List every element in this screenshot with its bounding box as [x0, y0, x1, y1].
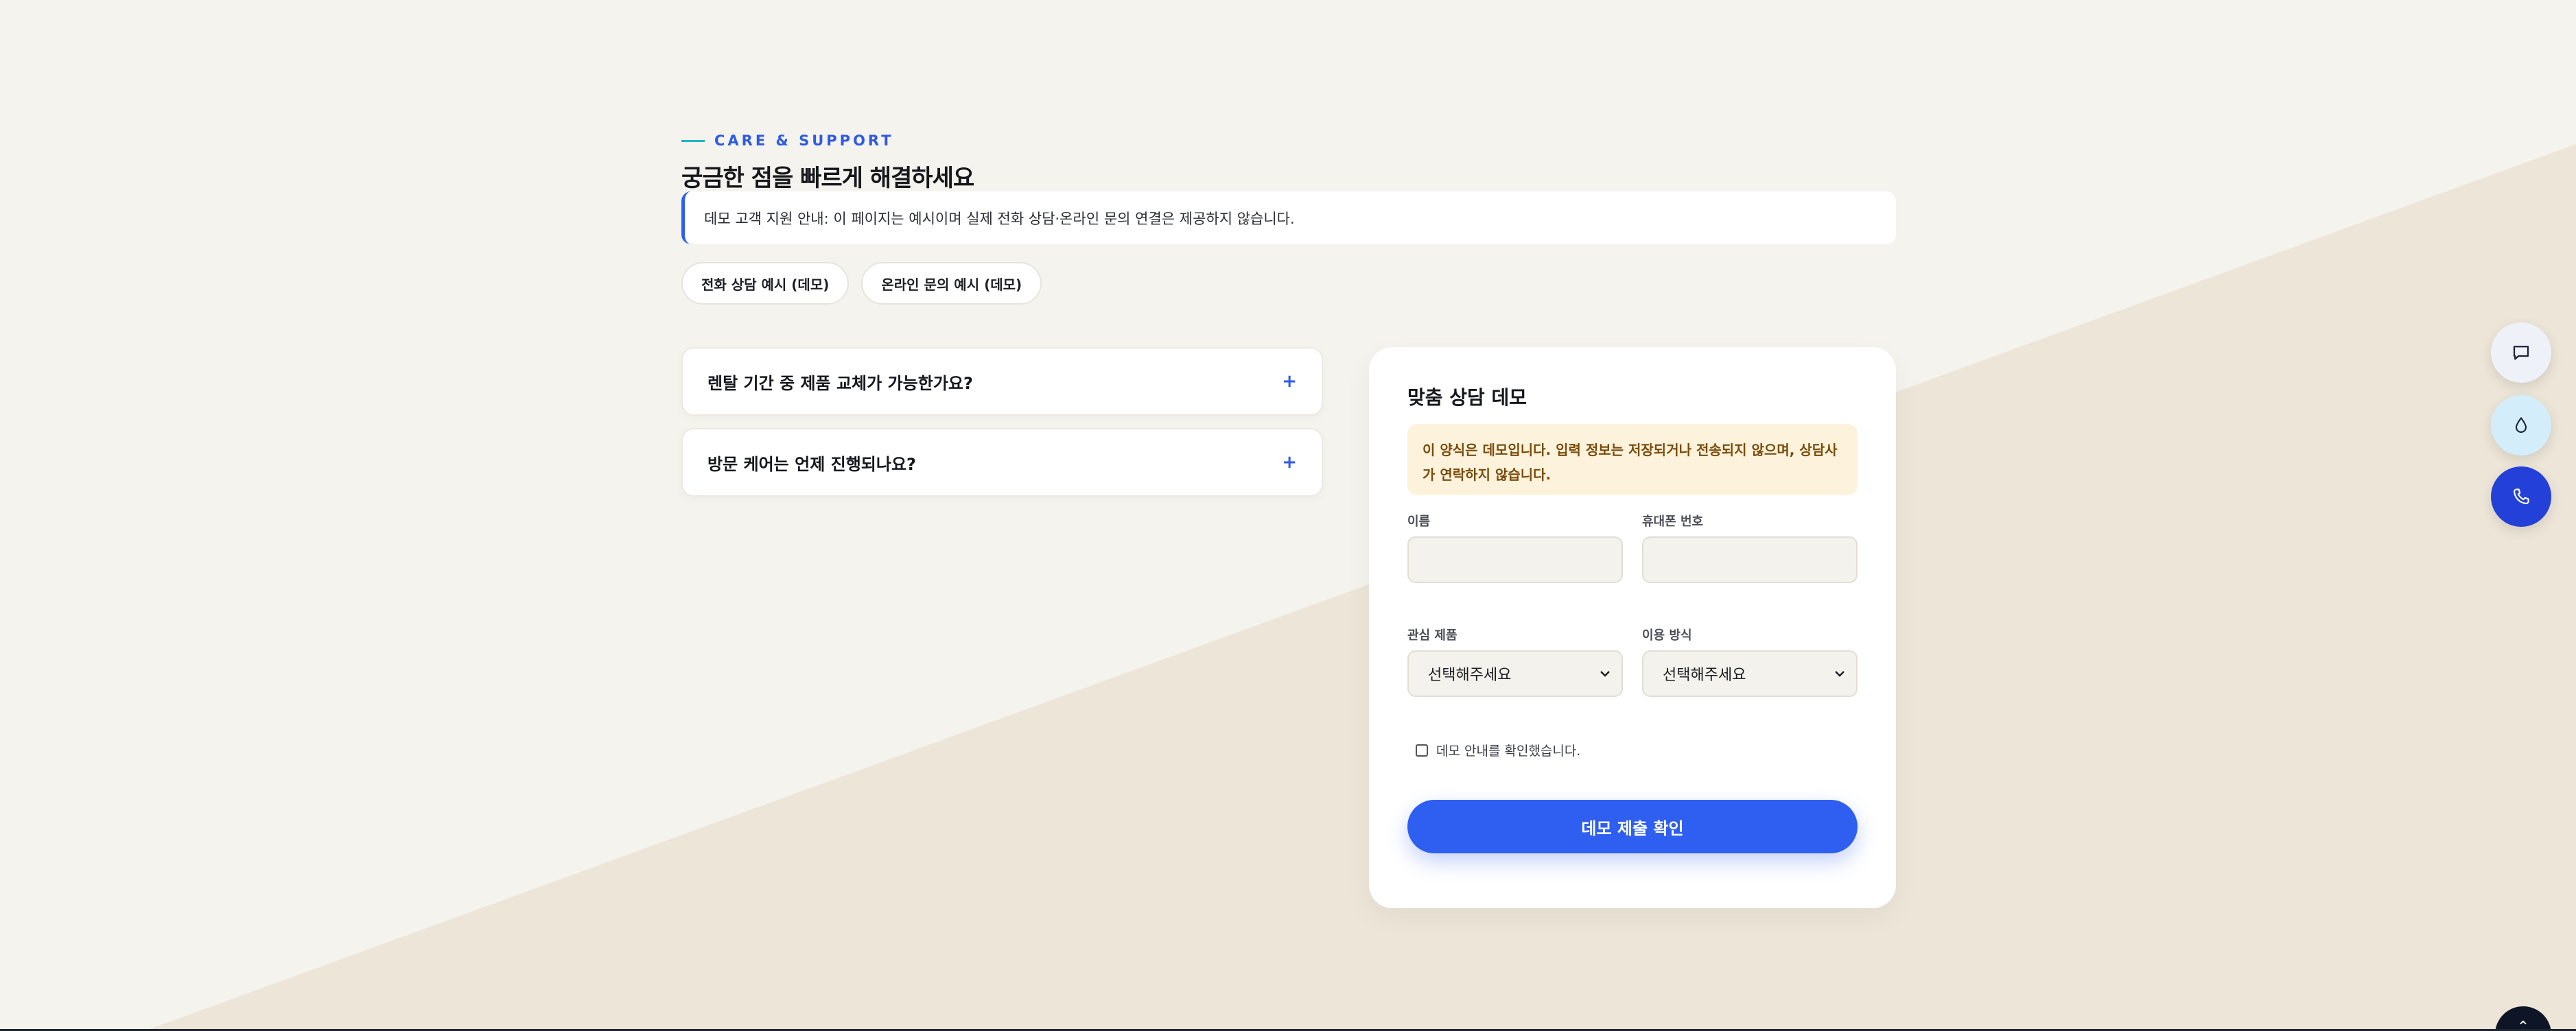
method-select[interactable]: 선택해주세요 [1642, 650, 1858, 697]
method-field-group: 이용 방식 선택해주세요 [1642, 626, 1858, 697]
water-care-fab-button[interactable] [2491, 395, 2551, 455]
name-input[interactable] [1407, 536, 1623, 583]
support-chips: 전화 상담 예시 (데모) 온라인 문의 예시 (데모) [681, 262, 1042, 305]
name-field-group: 이름 [1407, 512, 1623, 583]
consult-form-card: 맞춤 상담 데모 이 양식은 데모입니다. 입력 정보는 저장되거나 전송되지 … [1369, 347, 1896, 908]
phone-label: 휴대폰 번호 [1642, 514, 1704, 529]
faq-item-product-exchange[interactable]: 렌탈 기간 중 제품 교체가 가능한가요? + [681, 347, 1323, 416]
method-select-value: 선택해주세요 [1663, 667, 1746, 684]
phone-fab-button[interactable] [2491, 466, 2551, 527]
chevron-down-icon [1835, 671, 1845, 677]
product-label: 관심 제품 [1407, 628, 1457, 643]
water-drop-icon [2515, 416, 2527, 433]
submit-button[interactable]: 데모 제출 확인 [1407, 800, 1858, 853]
phone-icon [2514, 488, 2529, 504]
faq-item-visit-care[interactable]: 방문 케어는 언제 진행되나요? + [681, 428, 1323, 497]
phone-consult-chip[interactable]: 전화 상담 예시 (데모) [681, 262, 850, 305]
product-field-group: 관심 제품 선택해주세요 [1407, 626, 1623, 697]
eyebrow-text: CARE & SUPPORT [714, 132, 894, 149]
scroll-to-top-button[interactable]: ⌃ [2495, 1006, 2551, 1031]
method-label: 이용 방식 [1642, 628, 1692, 643]
demo-notice-text: 데모 고객 지원 안내: 이 페이지는 예시이며 실제 전화 상담·온라인 문의… [704, 210, 1295, 227]
product-select-value: 선택해주세요 [1428, 667, 1512, 684]
page-title: 궁금한 점을 빠르게 해결하세요 [681, 165, 974, 192]
form-title: 맞춤 상담 데모 [1407, 386, 1527, 409]
support-page: CARE & SUPPORT 궁금한 점을 빠르게 해결하세요 데모 고객 지원… [0, 0, 2576, 1031]
name-label: 이름 [1407, 514, 1431, 529]
chat-fab-button[interactable] [2491, 322, 2551, 383]
faq-question: 방문 케어는 언제 진행되나요? [707, 454, 916, 474]
faq-question: 렌탈 기간 중 제품 교체가 가능한가요? [707, 373, 973, 393]
expand-plus-icon[interactable]: + [1282, 452, 1297, 473]
confirm-checkbox-label: 데모 안내를 확인했습니다. [1436, 744, 1581, 759]
confirm-checkbox[interactable] [1416, 744, 1428, 757]
expand-plus-icon[interactable]: + [1282, 371, 1297, 392]
demo-notice-banner: 데모 고객 지원 안내: 이 페이지는 예시이며 실제 전화 상담·온라인 문의… [681, 191, 1896, 244]
chevron-down-icon [1600, 671, 1610, 677]
phone-field-group: 휴대폰 번호 [1642, 512, 1858, 583]
confirm-checkbox-row[interactable]: 데모 안내를 확인했습니다. [1416, 741, 1580, 759]
product-select[interactable]: 선택해주세요 [1407, 650, 1623, 697]
form-demo-warning: 이 양식은 데모입니다. 입력 정보는 저장되거나 전송되지 않으며, 상담사가… [1407, 424, 1858, 495]
chat-icon [2513, 346, 2529, 360]
eyebrow-line [681, 139, 705, 142]
online-inquiry-chip[interactable]: 온라인 문의 예시 (데모) [861, 262, 1042, 305]
faq-list: 렌탈 기간 중 제품 교체가 가능한가요? + 방문 케어는 언제 진행되나요?… [681, 347, 1323, 509]
phone-input[interactable] [1642, 536, 1858, 583]
section-eyebrow: CARE & SUPPORT [681, 132, 893, 149]
